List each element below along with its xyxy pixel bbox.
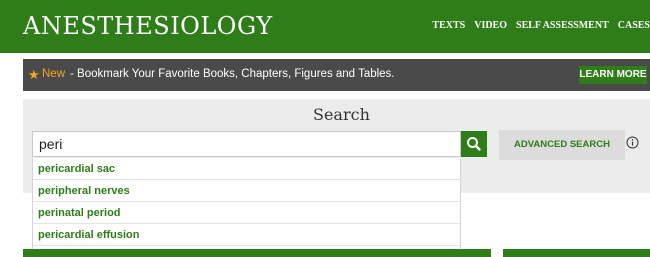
- section-divider-right: [503, 249, 650, 257]
- search-icon: [467, 137, 481, 151]
- site-logo[interactable]: ANESTHESIOLOGY: [23, 12, 273, 40]
- search-button[interactable]: [461, 131, 487, 157]
- notice-message: - Bookmark Your Favorite Books, Chapters…: [70, 68, 395, 80]
- nav-video[interactable]: VIDEO: [474, 20, 507, 31]
- suggestion-item[interactable]: peripheral nerves: [33, 180, 460, 202]
- info-icon[interactable]: [626, 136, 639, 149]
- notice-banner: ★ New - Bookmark Your Favorite Books, Ch…: [23, 59, 650, 91]
- advanced-search-button[interactable]: ADVANCED SEARCH: [499, 130, 625, 160]
- suggestion-item[interactable]: pericardial effusion: [33, 224, 460, 246]
- new-label: New: [42, 68, 66, 80]
- suggestion-item[interactable]: pericardial sac: [33, 158, 460, 180]
- search-title: Search: [313, 105, 370, 124]
- nav-self-assessment[interactable]: SELF ASSESSMENT: [516, 20, 609, 31]
- nav-cases[interactable]: CASES: [618, 20, 650, 31]
- search-input[interactable]: [32, 131, 461, 157]
- star-icon: ★: [28, 67, 40, 82]
- suggestion-item[interactable]: perinatal period: [33, 202, 460, 224]
- main-nav: TEXTS VIDEO SELF ASSESSMENT CASES: [432, 20, 650, 31]
- autocomplete-list: pericardial sac peripheral nerves perina…: [32, 158, 461, 257]
- learn-more-button[interactable]: LEARN MORE: [579, 66, 647, 84]
- nav-texts[interactable]: TEXTS: [432, 20, 465, 31]
- top-navbar: ANESTHESIOLOGY TEXTS VIDEO SELF ASSESSME…: [0, 0, 650, 53]
- section-divider-left: [23, 249, 491, 257]
